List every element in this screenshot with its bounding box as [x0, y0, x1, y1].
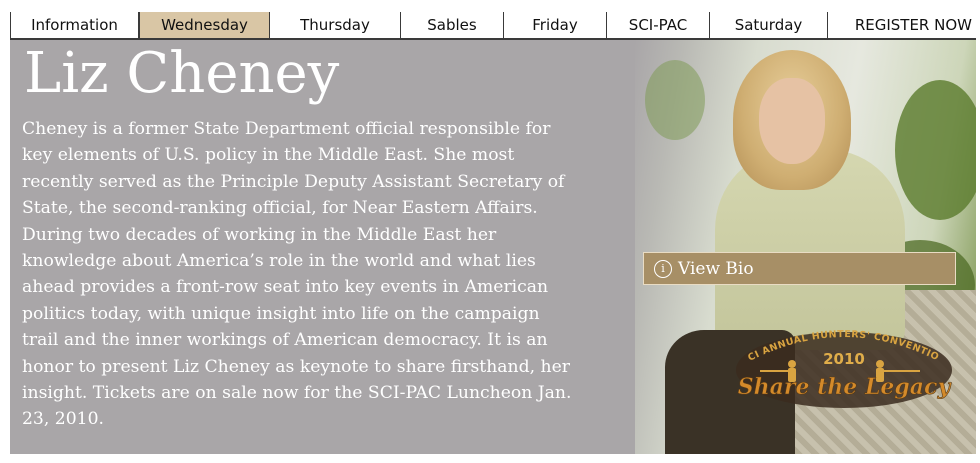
top-nav: Information Wednesday Thursday Sables Fr… [10, 12, 976, 38]
tab-wednesday[interactable]: Wednesday [139, 12, 270, 38]
description-line: knowledge about America’s role in the wo… [22, 251, 536, 272]
description-line: key elements of U.S. policy in the Middl… [22, 145, 515, 166]
description-line: Cheney is a former State Department offi… [22, 119, 551, 139]
description-line: State, the second-ranking official, for … [22, 198, 538, 219]
view-bio-button[interactable]: i View Bio [643, 252, 956, 285]
tab-sables[interactable]: Sables [401, 12, 504, 38]
description-line: honor to present Liz Cheney as keynote t… [22, 356, 570, 377]
description-line: 23, 2010. [22, 409, 105, 430]
description-line: During two decades of working in the Mid… [22, 224, 497, 245]
tab-friday[interactable]: Friday [504, 12, 607, 38]
tab-information[interactable]: Information [10, 12, 139, 38]
description-line: trail and the inner workings of American… [22, 330, 548, 351]
description-line: recently served as the Principle Deputy … [22, 171, 565, 192]
logo-year: 2010 [823, 350, 865, 368]
convention-logo: SCI ANNUAL HUNTERS' CONVENTION 2010 Shar… [730, 318, 953, 408]
tab-saturday[interactable]: Saturday [710, 12, 828, 38]
description-line: insight. Tickets are on sale now for the… [22, 383, 572, 404]
tab-sci-pac[interactable]: SCI-PAC [607, 12, 710, 38]
description-line: politics today, with unique insight into… [22, 303, 540, 324]
view-bio-label: View Bio [678, 258, 754, 279]
description-line: ahead provides a front-row seat into key… [22, 277, 549, 298]
speaker-description: Cheney is a former State Department offi… [22, 116, 640, 433]
tab-thursday[interactable]: Thursday [270, 12, 401, 38]
info-circle-icon: i [654, 259, 672, 278]
speaker-name: Liz Cheney [24, 41, 340, 106]
tab-register-now[interactable]: REGISTER NOW [828, 12, 976, 38]
logo-tagline: Share the Legacy [738, 374, 953, 400]
